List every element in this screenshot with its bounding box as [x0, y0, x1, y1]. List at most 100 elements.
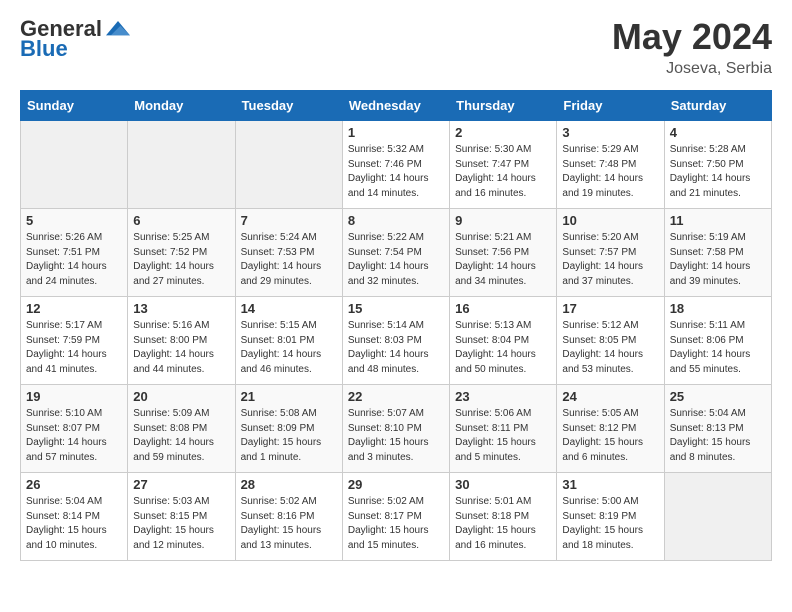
day-info: Sunrise: 5:13 AM Sunset: 8:04 PM Dayligh… [455, 319, 551, 377]
day-number: 19 [26, 389, 122, 404]
day-cell: 8Sunrise: 5:22 AM Sunset: 7:54 PM Daylig… [342, 209, 449, 297]
weekday-header-row: SundayMondayTuesdayWednesdayThursdayFrid… [21, 91, 772, 121]
day-number: 3 [562, 125, 658, 140]
day-info: Sunrise: 5:09 AM Sunset: 8:08 PM Dayligh… [133, 407, 229, 465]
header: General Blue May 2024 Joseva, Serbia [20, 16, 772, 78]
week-row-5: 26Sunrise: 5:04 AM Sunset: 8:14 PM Dayli… [21, 473, 772, 561]
day-info: Sunrise: 5:20 AM Sunset: 7:57 PM Dayligh… [562, 231, 658, 289]
title-block: May 2024 Joseva, Serbia [612, 16, 772, 78]
day-cell: 19 Sunrise: 5:10 AM Sunset: 8:07 PM Dayli… [21, 385, 128, 473]
week-row-4: 19 Sunrise: 5:10 AM Sunset: 8:07 PM Dayli… [21, 385, 772, 473]
day-cell [664, 473, 771, 561]
day-info: Sunrise: 5:29 AM Sunset: 7:48 PM Dayligh… [562, 143, 658, 201]
day-info: Sunrise: 5:10 AM Sunset: 8:07 PM Dayligh… [26, 407, 122, 465]
day-cell: 5Sunrise: 5:26 AM Sunset: 7:51 PM Daylig… [21, 209, 128, 297]
day-cell: 18Sunrise: 5:11 AM Sunset: 8:06 PM Dayli… [664, 297, 771, 385]
day-number: 31 [562, 477, 658, 492]
weekday-header-tuesday: Tuesday [235, 91, 342, 121]
calendar-table: SundayMondayTuesdayWednesdayThursdayFrid… [20, 90, 772, 561]
day-number: 11 [670, 213, 766, 228]
day-cell [128, 121, 235, 209]
day-cell: 3 Sunrise: 5:29 AM Sunset: 7:48 PM Daylig… [557, 121, 664, 209]
day-number: 29 [348, 477, 444, 492]
day-cell: 24 Sunrise: 5:05 AM Sunset: 8:12 PM Dayli… [557, 385, 664, 473]
day-info: Sunrise: 5:32 AM Sunset: 7:46 PM Dayligh… [348, 143, 444, 201]
day-number: 14 [241, 301, 337, 316]
day-info: Sunrise: 5:16 AM Sunset: 8:00 PM Dayligh… [133, 319, 229, 377]
day-info: Sunrise: 5:03 AM Sunset: 8:15 PM Dayligh… [133, 495, 229, 553]
day-number: 26 [26, 477, 122, 492]
weekday-header-monday: Monday [128, 91, 235, 121]
day-info: Sunrise: 5:04 AM Sunset: 8:13 PM Dayligh… [670, 407, 766, 465]
weekday-header-friday: Friday [557, 91, 664, 121]
day-cell [235, 121, 342, 209]
day-number: 8 [348, 213, 444, 228]
day-number: 1 [348, 125, 444, 140]
day-cell: 6 Sunrise: 5:25 AM Sunset: 7:52 PM Daylig… [128, 209, 235, 297]
day-cell: 16 Sunrise: 5:13 AM Sunset: 8:04 PM Dayli… [450, 297, 557, 385]
day-cell: 12Sunrise: 5:17 AM Sunset: 7:59 PM Dayli… [21, 297, 128, 385]
day-cell: 22Sunrise: 5:07 AM Sunset: 8:10 PM Dayli… [342, 385, 449, 473]
day-number: 7 [241, 213, 337, 228]
calendar-page: General Blue May 2024 Joseva, Serbia Sun… [0, 0, 792, 577]
day-cell: 29 Sunrise: 5:02 AM Sunset: 8:17 PM Dayli… [342, 473, 449, 561]
logo: General Blue [20, 16, 130, 62]
day-cell: 23 Sunrise: 5:06 AM Sunset: 8:11 PM Dayli… [450, 385, 557, 473]
day-cell: 28Sunrise: 5:02 AM Sunset: 8:16 PM Dayli… [235, 473, 342, 561]
week-row-2: 5Sunrise: 5:26 AM Sunset: 7:51 PM Daylig… [21, 209, 772, 297]
day-info: Sunrise: 5:17 AM Sunset: 7:59 PM Dayligh… [26, 319, 122, 377]
day-number: 21 [241, 389, 337, 404]
day-info: Sunrise: 5:21 AM Sunset: 7:56 PM Dayligh… [455, 231, 551, 289]
day-number: 24 [562, 389, 658, 404]
day-cell: 20Sunrise: 5:09 AM Sunset: 8:08 PM Dayli… [128, 385, 235, 473]
day-cell: 10Sunrise: 5:20 AM Sunset: 7:57 PM Dayli… [557, 209, 664, 297]
day-cell: 27 Sunrise: 5:03 AM Sunset: 8:15 PM Dayli… [128, 473, 235, 561]
day-info: Sunrise: 5:24 AM Sunset: 7:53 PM Dayligh… [241, 231, 337, 289]
day-cell: 31 Sunrise: 5:00 AM Sunset: 8:19 PM Dayli… [557, 473, 664, 561]
month-title: May 2024 [612, 16, 772, 58]
day-cell: 11 Sunrise: 5:19 AM Sunset: 7:58 PM Dayli… [664, 209, 771, 297]
weekday-header-wednesday: Wednesday [342, 91, 449, 121]
day-cell [21, 121, 128, 209]
day-number: 13 [133, 301, 229, 316]
day-cell: 21 Sunrise: 5:08 AM Sunset: 8:09 PM Dayli… [235, 385, 342, 473]
day-cell: 4 Sunrise: 5:28 AM Sunset: 7:50 PM Daylig… [664, 121, 771, 209]
day-number: 25 [670, 389, 766, 404]
day-number: 15 [348, 301, 444, 316]
day-cell: 9 Sunrise: 5:21 AM Sunset: 7:56 PM Daylig… [450, 209, 557, 297]
day-number: 2 [455, 125, 551, 140]
day-info: Sunrise: 5:15 AM Sunset: 8:01 PM Dayligh… [241, 319, 337, 377]
day-info: Sunrise: 5:25 AM Sunset: 7:52 PM Dayligh… [133, 231, 229, 289]
location: Joseva, Serbia [612, 60, 772, 78]
day-number: 9 [455, 213, 551, 228]
week-row-1: 1 Sunrise: 5:32 AM Sunset: 7:46 PM Daylig… [21, 121, 772, 209]
day-info: Sunrise: 5:05 AM Sunset: 8:12 PM Dayligh… [562, 407, 658, 465]
day-cell: 30Sunrise: 5:01 AM Sunset: 8:18 PM Dayli… [450, 473, 557, 561]
day-info: Sunrise: 5:07 AM Sunset: 8:10 PM Dayligh… [348, 407, 444, 465]
day-info: Sunrise: 5:28 AM Sunset: 7:50 PM Dayligh… [670, 143, 766, 201]
day-number: 4 [670, 125, 766, 140]
day-number: 6 [133, 213, 229, 228]
day-info: Sunrise: 5:30 AM Sunset: 7:47 PM Dayligh… [455, 143, 551, 201]
day-number: 23 [455, 389, 551, 404]
day-number: 16 [455, 301, 551, 316]
day-cell: 7 Sunrise: 5:24 AM Sunset: 7:53 PM Daylig… [235, 209, 342, 297]
day-info: Sunrise: 5:08 AM Sunset: 8:09 PM Dayligh… [241, 407, 337, 465]
day-info: Sunrise: 5:00 AM Sunset: 8:19 PM Dayligh… [562, 495, 658, 553]
day-info: Sunrise: 5:01 AM Sunset: 8:18 PM Dayligh… [455, 495, 551, 553]
day-info: Sunrise: 5:19 AM Sunset: 7:58 PM Dayligh… [670, 231, 766, 289]
logo-blue-text: Blue [20, 36, 68, 62]
logo-icon [106, 19, 130, 39]
day-info: Sunrise: 5:12 AM Sunset: 8:05 PM Dayligh… [562, 319, 658, 377]
day-cell: 15Sunrise: 5:14 AM Sunset: 8:03 PM Dayli… [342, 297, 449, 385]
day-cell: 13 Sunrise: 5:16 AM Sunset: 8:00 PM Dayli… [128, 297, 235, 385]
day-info: Sunrise: 5:06 AM Sunset: 8:11 PM Dayligh… [455, 407, 551, 465]
week-row-3: 12Sunrise: 5:17 AM Sunset: 7:59 PM Dayli… [21, 297, 772, 385]
weekday-header-sunday: Sunday [21, 91, 128, 121]
day-number: 27 [133, 477, 229, 492]
weekday-header-thursday: Thursday [450, 91, 557, 121]
day-number: 17 [562, 301, 658, 316]
day-info: Sunrise: 5:02 AM Sunset: 8:17 PM Dayligh… [348, 495, 444, 553]
day-cell: 1 Sunrise: 5:32 AM Sunset: 7:46 PM Daylig… [342, 121, 449, 209]
day-cell: 2 Sunrise: 5:30 AM Sunset: 7:47 PM Daylig… [450, 121, 557, 209]
